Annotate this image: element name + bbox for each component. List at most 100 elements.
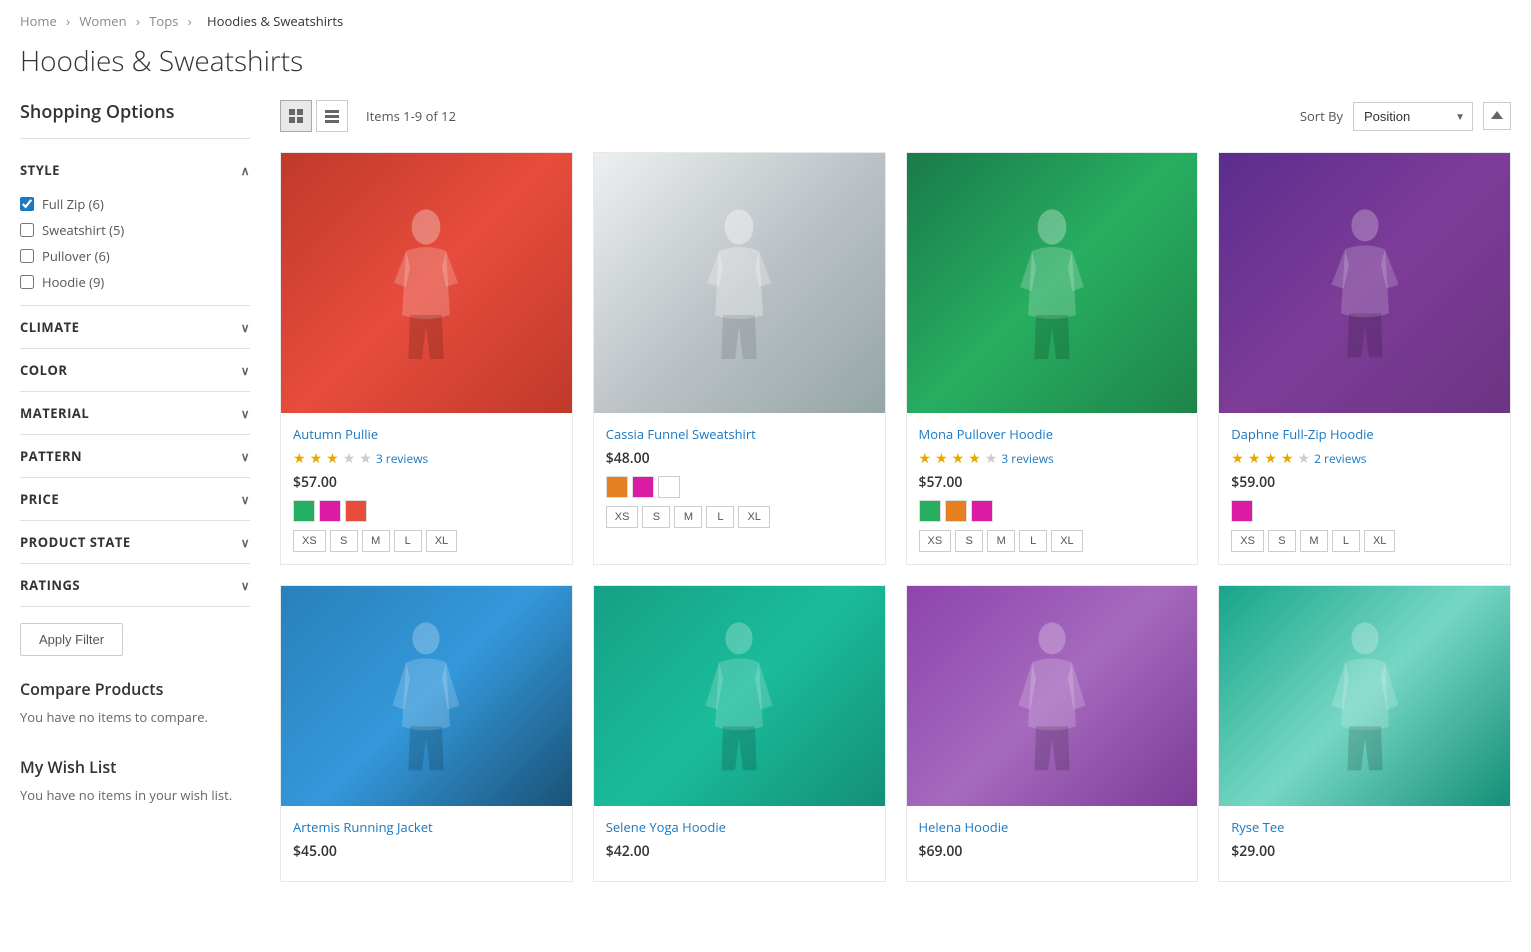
view-list-button[interactable] bbox=[316, 100, 348, 132]
filter-pattern-header[interactable]: PATTERN ∨ bbox=[20, 435, 250, 477]
filter-label-fullzip[interactable]: Full Zip (6) bbox=[42, 195, 104, 213]
size-2-xl[interactable]: XL bbox=[738, 506, 769, 528]
swatch-1-red[interactable] bbox=[345, 500, 367, 522]
product-reviews-4[interactable]: 2 reviews bbox=[1314, 450, 1366, 467]
filter-section-color: COLOR ∨ bbox=[20, 349, 250, 392]
breadcrumb-tops[interactable]: Tops bbox=[149, 12, 178, 30]
filter-item-hoodie[interactable]: Hoodie (9) bbox=[20, 269, 250, 295]
filter-color-header[interactable]: COLOR ∨ bbox=[20, 349, 250, 391]
filter-item-pullover[interactable]: Pullover (6) bbox=[20, 243, 250, 269]
product-image-2[interactable] bbox=[594, 153, 885, 413]
swatch-2-orange[interactable] bbox=[606, 476, 628, 498]
product-image-7[interactable] bbox=[907, 586, 1198, 806]
size-3-xs[interactable]: XS bbox=[919, 530, 952, 552]
product-name-5[interactable]: Artemis Running Jacket bbox=[293, 818, 560, 836]
product-figure-2 bbox=[699, 203, 779, 363]
filter-climate-header[interactable]: CLIMATE ∨ bbox=[20, 306, 250, 348]
swatch-1-green[interactable] bbox=[293, 500, 315, 522]
size-4-xs[interactable]: XS bbox=[1231, 530, 1264, 552]
product-name-1[interactable]: Autumn Pullie bbox=[293, 425, 560, 443]
filter-product-state-label: PRODUCT STATE bbox=[20, 533, 131, 551]
toolbar-left: Items 1-9 of 12 bbox=[280, 100, 456, 132]
product-image-6[interactable] bbox=[594, 586, 885, 806]
swatch-1-magenta[interactable] bbox=[319, 500, 341, 522]
filter-price-header[interactable]: PRICE ∨ bbox=[20, 478, 250, 520]
breadcrumb-sep-3: › bbox=[188, 12, 195, 30]
product-info-6: Selene Yoga Hoodie $42.00 bbox=[594, 806, 885, 881]
product-reviews-1[interactable]: 3 reviews bbox=[376, 450, 428, 467]
swatch-2-white[interactable] bbox=[658, 476, 680, 498]
product-stars-4: ★ ★ ★ ★ ★ 2 reviews bbox=[1231, 449, 1498, 468]
product-info-5: Artemis Running Jacket $45.00 bbox=[281, 806, 572, 881]
size-1-l[interactable]: L bbox=[394, 530, 422, 552]
filter-ratings-header[interactable]: RATINGS ∨ bbox=[20, 564, 250, 606]
filter-checkbox-fullzip[interactable] bbox=[20, 197, 34, 211]
product-swatches-2 bbox=[606, 476, 873, 498]
filter-checkbox-hoodie[interactable] bbox=[20, 275, 34, 289]
sidebar-footer: Compare Products You have no items to co… bbox=[20, 678, 250, 805]
product-card-3: Mona Pullover Hoodie ★ ★ ★ ★ ★ 3 reviews… bbox=[906, 152, 1199, 565]
breadcrumb-home[interactable]: Home bbox=[20, 12, 57, 30]
filter-checkbox-sweatshirt[interactable] bbox=[20, 223, 34, 237]
filter-item-fullzip[interactable]: Full Zip (6) bbox=[20, 191, 250, 217]
product-card-8: Ryse Tee $29.00 bbox=[1218, 585, 1511, 882]
filter-section-climate: CLIMATE ∨ bbox=[20, 306, 250, 349]
size-3-s[interactable]: S bbox=[955, 530, 983, 552]
product-name-7[interactable]: Helena Hoodie bbox=[919, 818, 1186, 836]
product-name-3[interactable]: Mona Pullover Hoodie bbox=[919, 425, 1186, 443]
size-2-l[interactable]: L bbox=[706, 506, 734, 528]
size-2-m[interactable]: M bbox=[674, 506, 702, 528]
sort-by-label: Sort By bbox=[1300, 107, 1343, 125]
wish-list-text: You have no items in your wish list. bbox=[20, 786, 250, 806]
breadcrumb-women[interactable]: Women bbox=[79, 12, 126, 30]
size-4-xl[interactable]: XL bbox=[1364, 530, 1395, 552]
size-4-l[interactable]: L bbox=[1332, 530, 1360, 552]
product-image-4[interactable] bbox=[1219, 153, 1510, 413]
product-image-3[interactable] bbox=[907, 153, 1198, 413]
star-3-1: ★ bbox=[919, 449, 932, 468]
filter-label-hoodie[interactable]: Hoodie (9) bbox=[42, 273, 104, 291]
size-4-m[interactable]: M bbox=[1300, 530, 1328, 552]
page-title: Hoodies & Sweatshirts bbox=[0, 42, 1531, 100]
product-price-8: $29.00 bbox=[1231, 842, 1498, 861]
sort-asc-button[interactable] bbox=[1483, 102, 1511, 130]
product-image-1[interactable] bbox=[281, 153, 572, 413]
filter-label-pullover[interactable]: Pullover (6) bbox=[42, 247, 110, 265]
filter-material-header[interactable]: MATERIAL ∨ bbox=[20, 392, 250, 434]
product-price-1: $57.00 bbox=[293, 473, 560, 492]
filter-label-sweatshirt[interactable]: Sweatshirt (5) bbox=[42, 221, 124, 239]
size-4-s[interactable]: S bbox=[1268, 530, 1296, 552]
filter-checkbox-pullover[interactable] bbox=[20, 249, 34, 263]
product-reviews-3[interactable]: 3 reviews bbox=[1001, 450, 1053, 467]
swatch-3-green[interactable] bbox=[919, 500, 941, 522]
sort-select[interactable]: Position Product Name Price Rating bbox=[1353, 102, 1473, 131]
product-figure-6 bbox=[699, 616, 779, 776]
filter-product-state-header[interactable]: PRODUCT STATE ∨ bbox=[20, 521, 250, 563]
product-image-8[interactable] bbox=[1219, 586, 1510, 806]
product-name-4[interactable]: Daphne Full-Zip Hoodie bbox=[1231, 425, 1498, 443]
swatch-4-magenta[interactable] bbox=[1231, 500, 1253, 522]
swatch-2-magenta[interactable] bbox=[632, 476, 654, 498]
size-1-xs[interactable]: XS bbox=[293, 530, 326, 552]
size-3-l[interactable]: L bbox=[1019, 530, 1047, 552]
product-name-2[interactable]: Cassia Funnel Sweatshirt bbox=[606, 425, 873, 443]
swatch-3-orange[interactable] bbox=[945, 500, 967, 522]
sidebar: Shopping Options STYLE ∧ Full Zip (6) Sw… bbox=[20, 100, 250, 882]
product-name-6[interactable]: Selene Yoga Hoodie bbox=[606, 818, 873, 836]
star-1-1: ★ bbox=[293, 449, 306, 468]
size-3-xl[interactable]: XL bbox=[1051, 530, 1082, 552]
apply-filter-button[interactable]: Apply Filter bbox=[20, 623, 123, 656]
size-1-s[interactable]: S bbox=[330, 530, 358, 552]
product-image-5[interactable] bbox=[281, 586, 572, 806]
view-grid-button[interactable] bbox=[280, 100, 312, 132]
size-1-xl[interactable]: XL bbox=[426, 530, 457, 552]
filter-material-chevron: ∨ bbox=[241, 405, 250, 422]
size-3-m[interactable]: M bbox=[987, 530, 1015, 552]
filter-style-header[interactable]: STYLE ∧ bbox=[20, 149, 250, 191]
swatch-3-magenta[interactable] bbox=[971, 500, 993, 522]
size-2-s[interactable]: S bbox=[642, 506, 670, 528]
filter-item-sweatshirt[interactable]: Sweatshirt (5) bbox=[20, 217, 250, 243]
product-name-8[interactable]: Ryse Tee bbox=[1231, 818, 1498, 836]
size-1-m[interactable]: M bbox=[362, 530, 390, 552]
size-2-xs[interactable]: XS bbox=[606, 506, 639, 528]
